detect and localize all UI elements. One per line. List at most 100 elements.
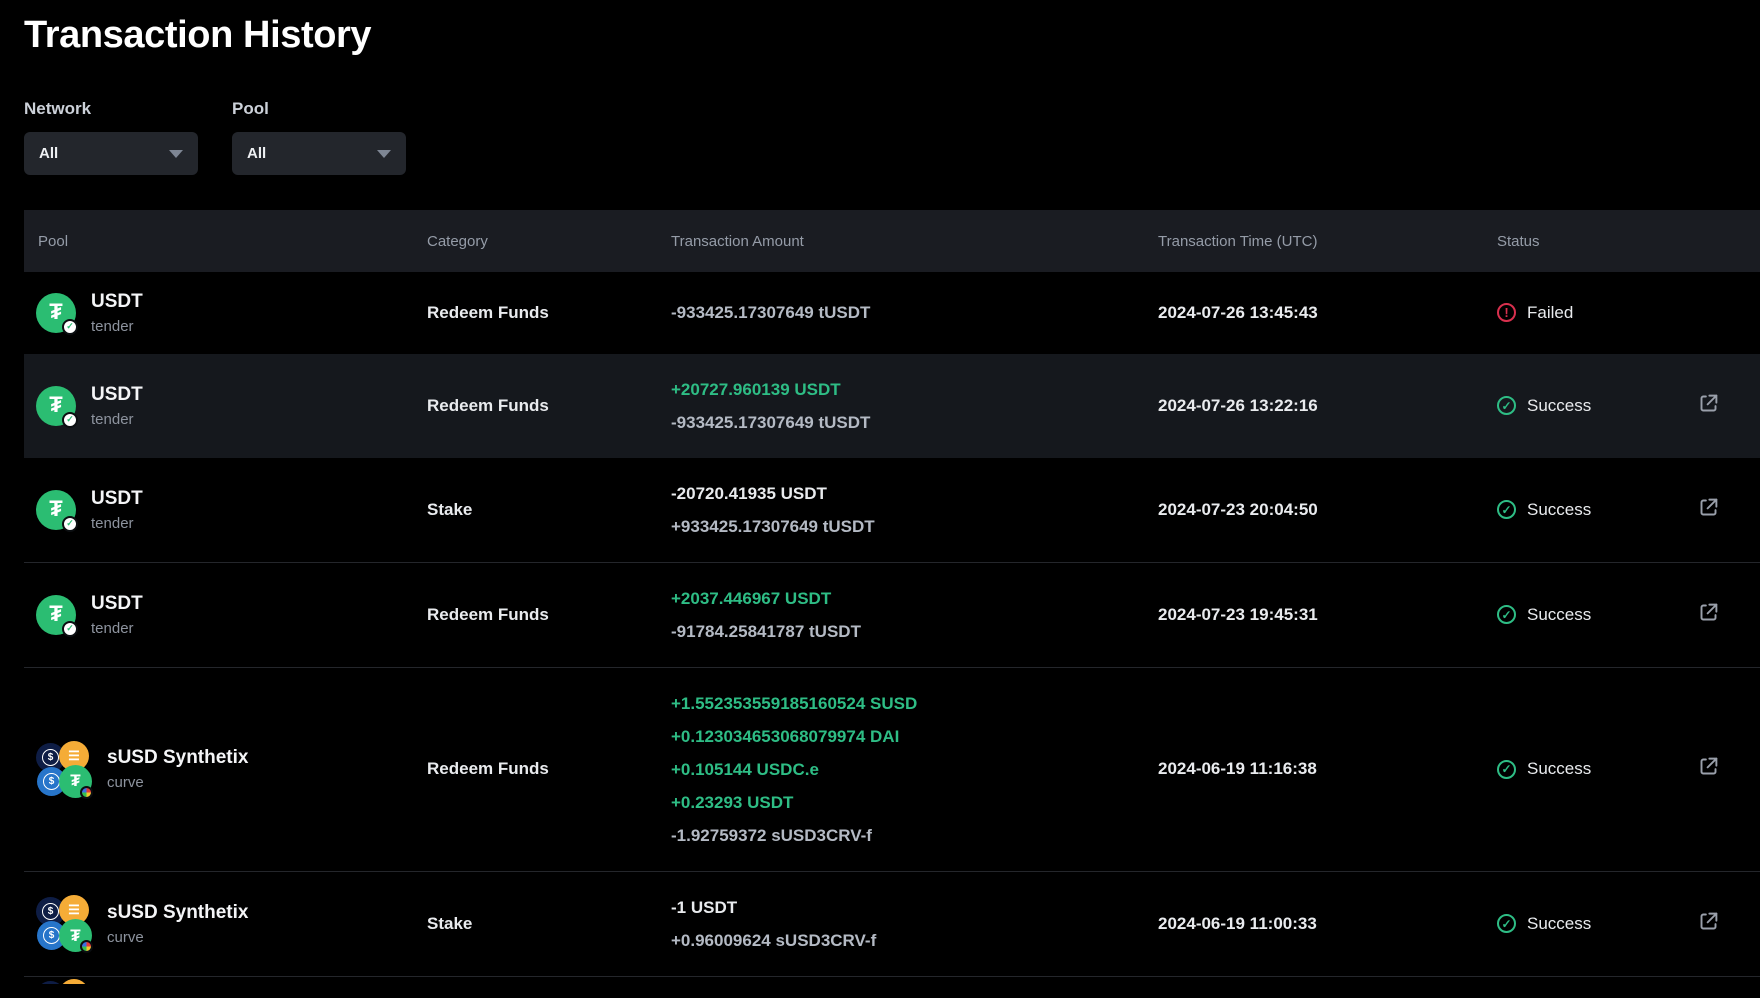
table-row: ₮✓ USDT tender Redeem Funds +20727.96013… <box>24 354 1760 458</box>
external-link-icon[interactable] <box>1698 497 1719 518</box>
pool-platform: tender <box>91 620 143 637</box>
usdt-coin-icon: ₮✓ <box>36 386 76 426</box>
dai-coin-icon: ☰ <box>59 979 89 984</box>
pool-text: USDT tender <box>91 593 143 637</box>
pool-icon: ₮✓ <box>36 386 76 426</box>
status-label: Success <box>1527 759 1591 779</box>
column-header-category: Category <box>427 233 671 250</box>
pool-name: USDT <box>91 384 143 407</box>
time-cell: 2024-07-26 13:45:43 <box>1158 303 1497 323</box>
pool-cell: ₮✓ USDT tender <box>24 488 427 532</box>
tender-badge-icon: ✓ <box>62 516 78 532</box>
amount-line: -1.92759372 sUSD3CRV-f <box>671 819 1158 852</box>
tether-glyph: ₮ <box>49 496 62 522</box>
amount-line: +20727.960139 USDT <box>671 373 1158 406</box>
category-cell: Redeem Funds <box>427 605 671 625</box>
pool-icon: $☰$₮ <box>36 895 92 952</box>
category-cell: Redeem Funds <box>427 396 671 416</box>
table-row: ₮✓ USDT tender Redeem Funds -933425.1730… <box>24 272 1760 354</box>
success-icon: ✓ <box>1497 396 1516 415</box>
table-header: Pool Category Transaction Amount Transac… <box>24 210 1760 272</box>
category-cell: Redeem Funds <box>427 303 671 323</box>
status-cell: ✓ Success <box>1497 500 1688 520</box>
usdt-coin-icon: ₮ <box>59 919 92 952</box>
susd-synthetix-pool-icon: $☰$₮ <box>36 741 92 798</box>
status-label: Success <box>1527 396 1591 416</box>
status-cell: ! Failed <box>1497 303 1688 323</box>
pool-text: USDT tender <box>91 291 143 335</box>
amount-line: +0.96009624 sUSD3CRV-f <box>671 924 1158 957</box>
category-cell: Redeem Funds <box>427 759 671 779</box>
pool-icon: ₮✓ <box>36 293 76 333</box>
time-cell: 2024-06-19 11:16:38 <box>1158 759 1497 779</box>
column-header-pool: Pool <box>24 233 427 250</box>
pool-name: USDT <box>91 593 143 616</box>
time-cell: 2024-07-23 19:45:31 <box>1158 605 1497 625</box>
pool-icon: $☰$₮ <box>36 979 92 984</box>
pool-cell: ₮✓ USDT tender <box>24 384 427 428</box>
amount-line: -1 USDT <box>671 891 1158 924</box>
table-row: $☰$₮ <box>24 976 1760 984</box>
amount-line: +933425.17307649 tUSDT <box>671 510 1158 543</box>
pool-platform: curve <box>107 929 248 946</box>
status-cell: ✓ Success <box>1497 914 1688 934</box>
curve-badge-icon <box>80 786 93 799</box>
external-link-icon[interactable] <box>1698 602 1719 623</box>
pool-cell: ₮✓ USDT tender <box>24 291 427 335</box>
chevron-down-icon <box>377 150 391 158</box>
amount-line: -91784.25841787 tUSDT <box>671 615 1158 648</box>
amount-line: -933425.17307649 tUSDT <box>671 406 1158 439</box>
status-cell: ✓ Success <box>1497 759 1688 779</box>
link-cell <box>1688 393 1760 419</box>
pool-platform: tender <box>91 318 143 335</box>
category-cell: Stake <box>427 500 671 520</box>
amount-cell: +2037.446967 USDT-91784.25841787 tUSDT <box>671 582 1158 648</box>
table-row: $☰$₮ sUSD Synthetix curve Stake -1 USDT+… <box>24 871 1760 976</box>
column-header-amount: Transaction Amount <box>671 233 1158 250</box>
pool-select-value: All <box>247 145 266 162</box>
column-header-status: Status <box>1497 233 1688 250</box>
link-cell <box>1688 756 1760 782</box>
tender-badge-icon: ✓ <box>62 319 78 335</box>
link-cell <box>1688 497 1760 523</box>
pool-text: USDT tender <box>91 488 143 532</box>
curve-badge-icon <box>80 940 93 953</box>
table-body: ₮✓ USDT tender Redeem Funds -933425.1730… <box>24 272 1760 984</box>
amount-cell: +20727.960139 USDT-933425.17307649 tUSDT <box>671 373 1158 439</box>
susd-synthetix-pool-icon: $☰$₮ <box>36 979 92 984</box>
network-select[interactable]: All <box>24 132 198 175</box>
tether-glyph: ₮ <box>49 392 62 418</box>
tender-badge-icon: ✓ <box>62 412 78 428</box>
filters-bar: Network All Pool All <box>24 99 1760 175</box>
column-header-time: Transaction Time (UTC) <box>1158 233 1497 250</box>
tether-glyph: ₮ <box>49 299 62 325</box>
table-row: ₮ ✓ USDT tender Redeem Funds +2037.446967… <box>24 562 1760 667</box>
pool-select[interactable]: All <box>232 132 406 175</box>
status-label: Success <box>1527 500 1591 520</box>
chevron-down-icon <box>169 150 183 158</box>
amount-line: +0.105144 USDC.e <box>671 753 1158 786</box>
amount-cell: -933425.17307649 tUSDT <box>671 296 1158 329</box>
pool-cell: $☰$₮ sUSD Synthetix curve <box>24 741 427 798</box>
external-link-icon[interactable] <box>1698 911 1719 932</box>
status-cell: ✓ Success <box>1497 396 1688 416</box>
page-title: Transaction History <box>24 14 1760 57</box>
amount-cell: -1 USDT+0.96009624 sUSD3CRV-f <box>671 891 1158 957</box>
transaction-table: Pool Category Transaction Amount Transac… <box>24 210 1760 984</box>
susd-synthetix-pool-icon: $☰$₮ <box>36 895 92 952</box>
external-link-icon[interactable] <box>1698 756 1719 777</box>
usdt-coin-icon: ₮✓ <box>36 490 76 530</box>
susd-dollar-glyph: $ <box>42 903 59 920</box>
pool-platform: tender <box>91 515 143 532</box>
pool-icon: ₮✓ <box>36 490 76 530</box>
success-icon: ✓ <box>1497 605 1516 624</box>
amount-cell: +1.552353559185160524 SUSD+0.12303465306… <box>671 687 1158 852</box>
pool-name: USDT <box>91 488 143 511</box>
pool-icon: $☰$₮ <box>36 741 92 798</box>
tether-glyph: ₮ <box>49 601 62 627</box>
usdc-dollar-glyph: $ <box>43 773 60 790</box>
table-row: $☰$₮ sUSD Synthetix curve Redeem Funds +… <box>24 667 1760 871</box>
category-cell: Stake <box>427 914 671 934</box>
external-link-icon[interactable] <box>1698 393 1719 414</box>
usdt-coin-icon: ₮ <box>59 765 92 798</box>
